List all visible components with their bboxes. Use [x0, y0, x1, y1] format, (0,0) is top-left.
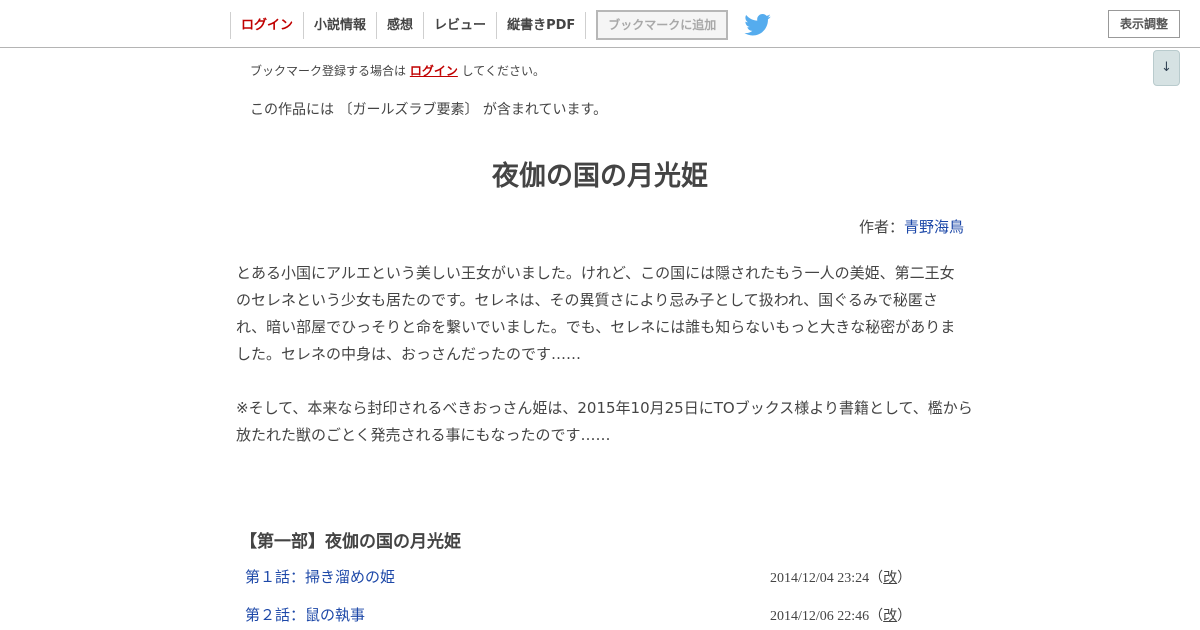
- nav-review[interactable]: レビュー: [423, 11, 496, 39]
- synopsis-line: のセレネという少女も居たのです。セレネは、その異質さにより忌み子として扱われ、国…: [236, 291, 938, 309]
- episode-link[interactable]: 第１話：掃き溜めの姫: [245, 566, 395, 587]
- novel-title: 夜伽の国の月光姫: [492, 161, 708, 192]
- episode-link[interactable]: 第２話：鼠の執事: [245, 604, 365, 625]
- synopsis-line: 放たれた獣のごとく発売される事にもなったのです……: [236, 426, 611, 444]
- chapter-title: 【第一部】夜伽の国の月光姫: [240, 532, 461, 552]
- episode-date-text: 2014/12/06 22:46: [770, 609, 870, 624]
- scroll-down-button[interactable]: ↓: [1153, 50, 1180, 86]
- episode-row: 第２話：鼠の執事 2014/12/06 22:46（改）: [236, 604, 964, 630]
- top-nav: ログイン 小説情報 感想 レビュー 縦書きPDF ブックマークに追加: [230, 10, 771, 40]
- author-link[interactable]: 青野海鳥: [904, 218, 964, 236]
- synopsis-line: ※そして、本来なら封印されるべきおっさん姫は、2015年10月25日にTOブック…: [236, 399, 973, 417]
- nav-vertical-pdf[interactable]: 縦書きPDF: [496, 11, 587, 39]
- author-line: 作者：青野海鳥: [636, 216, 964, 237]
- content-warning-note: この作品には 〔ガールズラブ要素〕 が含まれています。: [250, 102, 608, 118]
- notice-text-before: ブックマーク登録する場合は: [250, 64, 410, 78]
- synopsis-line: れ、暗い部屋でひっそりと命を繋いでいました。でも、セレネには誰も知らないもっと大…: [236, 318, 956, 336]
- episode-row: 第１話：掃き溜めの姫 2014/12/04 23:24（改）: [236, 566, 964, 594]
- revision-link[interactable]: 改: [883, 571, 897, 586]
- notice-text-after: してください。: [457, 64, 545, 78]
- synopsis-line: した。セレネの中身は、おっさんだったのです……: [236, 345, 582, 363]
- top-bar: ログイン 小説情報 感想 レビュー 縦書きPDF ブックマークに追加 表示調整: [0, 0, 1200, 48]
- nav-login[interactable]: ログイン: [230, 11, 303, 39]
- bookmark-login-notice: ブックマーク登録する場合は ログイン してください。: [250, 62, 545, 79]
- episode-date: 2014/12/04 23:24（改）: [770, 567, 911, 587]
- notice-login-link[interactable]: ログイン: [410, 64, 458, 78]
- synopsis-line: とある小国にアルエという美しい王女がいました。けれど、この国には隠されたもう一人…: [236, 264, 955, 282]
- revision-link[interactable]: 改: [883, 609, 897, 624]
- twitter-icon[interactable]: [744, 14, 771, 36]
- nav-novel-info[interactable]: 小説情報: [303, 11, 376, 39]
- episode-date-text: 2014/12/04 23:24: [770, 571, 870, 586]
- author-label: 作者：: [858, 218, 904, 236]
- display-settings-button[interactable]: 表示調整: [1108, 10, 1180, 38]
- revision-close: ）: [897, 609, 912, 624]
- episode-date: 2014/12/06 22:46（改）: [770, 605, 911, 625]
- revision-open: （: [869, 609, 884, 624]
- revision-open: （: [869, 571, 884, 586]
- revision-close: ）: [897, 571, 912, 586]
- add-bookmark-button[interactable]: ブックマークに追加: [596, 10, 729, 40]
- synopsis: とある小国にアルエという美しい王女がいました。けれど、この国には隠されたもう一人…: [236, 260, 973, 449]
- nav-impressions[interactable]: 感想: [376, 11, 423, 39]
- synopsis-blank-line: [236, 368, 971, 395]
